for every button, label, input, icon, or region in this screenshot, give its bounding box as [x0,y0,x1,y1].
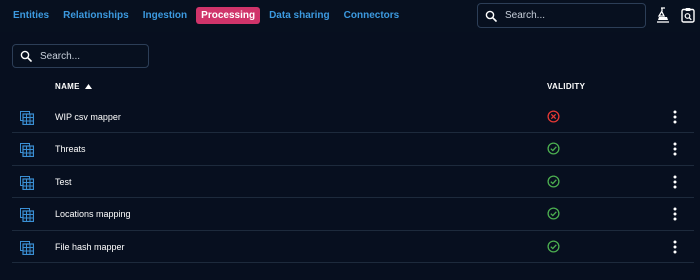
sort-ascending-icon[interactable] [84,84,92,89]
more-vertical-icon[interactable] [667,239,683,255]
table-grid-icon [20,175,34,190]
valid-check-circle-icon [547,175,560,188]
global-search-input[interactable] [505,10,635,21]
table-row[interactable]: Test [12,166,694,199]
top-navigation-bar: Entities Relationships Ingestion Process… [0,0,700,32]
table-grid-icon [20,208,34,223]
row-name: Test [55,176,72,187]
invalid-x-circle-icon [547,110,560,123]
column-header-name-label: NAME [55,82,80,91]
table-grid-icon [20,111,34,125]
column-header-name[interactable]: NAME [55,82,92,91]
tab-connectors[interactable]: Connectors [339,7,405,24]
list-search-input[interactable] [40,50,140,62]
clipboard-search-icon[interactable] [681,7,695,23]
more-vertical-icon[interactable] [667,109,683,125]
tab-processing[interactable]: Processing [196,7,261,24]
valid-check-circle-icon [547,240,560,253]
valid-check-circle-icon [547,207,560,220]
table-row[interactable]: Threats [12,133,694,166]
nav-tabs: Entities Relationships Ingestion Process… [8,7,408,24]
table-row[interactable]: Locations mapping [12,198,694,231]
row-name: Threats [55,144,86,155]
column-header-validity[interactable]: VALIDITY [547,82,585,91]
tab-ingestion[interactable]: Ingestion [138,7,192,24]
search-icon [485,10,497,22]
table-row[interactable]: File hash mapper [12,231,694,263]
tab-data-sharing[interactable]: Data sharing [264,7,335,24]
column-header-validity-label: VALIDITY [547,82,586,91]
more-vertical-icon[interactable] [667,206,683,222]
tab-entities[interactable]: Entities [8,7,54,24]
search-icon [20,50,32,62]
lab-flask-icon[interactable] [656,7,670,23]
more-vertical-icon[interactable] [667,141,683,157]
row-name: File hash mapper [55,241,125,252]
more-vertical-icon[interactable] [667,174,683,190]
valid-check-circle-icon [547,142,560,155]
row-name: Locations mapping [55,209,131,220]
mapper-list: WIP csv mapper Threats Test Locations ma… [12,101,694,263]
tab-relationships[interactable]: Relationships [58,7,134,24]
list-search-box[interactable] [12,44,149,68]
row-name: WIP csv mapper [55,112,121,122]
global-search-box[interactable] [477,3,646,28]
table-grid-icon [20,143,34,158]
table-row[interactable]: WIP csv mapper [12,101,694,134]
table-grid-icon [20,240,34,255]
